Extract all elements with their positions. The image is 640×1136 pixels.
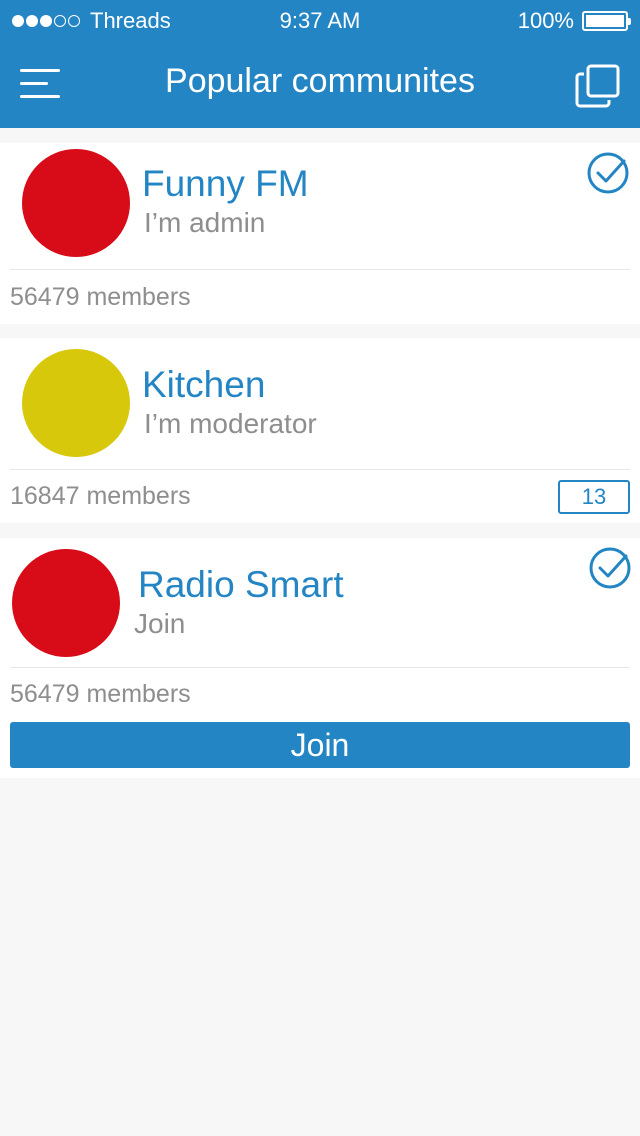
member-count: 16847 members bbox=[10, 482, 191, 510]
battery-icon bbox=[582, 11, 631, 31]
community-role: Join bbox=[134, 608, 186, 639]
check-circle-icon[interactable] bbox=[588, 546, 632, 590]
community-card[interactable]: Kitchen I’m moderator 16847 members 13 bbox=[0, 338, 640, 523]
divider bbox=[10, 269, 630, 270]
join-button[interactable]: Join bbox=[10, 722, 630, 768]
community-role: I’m moderator bbox=[144, 408, 317, 439]
community-name[interactable]: Kitchen bbox=[142, 364, 265, 406]
community-card[interactable]: Funny FM I’m admin 56479 members bbox=[0, 143, 640, 324]
windows-icon[interactable] bbox=[574, 62, 622, 110]
member-count: 56479 members bbox=[10, 283, 191, 311]
battery-percent: 100% bbox=[517, 8, 574, 33]
member-count: 56479 members bbox=[10, 680, 191, 708]
divider bbox=[10, 667, 630, 668]
unread-badge[interactable]: 13 bbox=[558, 480, 630, 514]
community-name[interactable]: Radio Smart bbox=[138, 564, 344, 606]
divider bbox=[10, 469, 630, 470]
check-circle-icon[interactable] bbox=[586, 151, 630, 195]
community-avatar bbox=[22, 349, 130, 457]
status-right: 100% bbox=[517, 8, 631, 34]
community-role: I’m admin bbox=[144, 207, 266, 238]
community-name[interactable]: Funny FM bbox=[142, 163, 309, 205]
community-avatar bbox=[12, 549, 120, 657]
community-card[interactable]: Radio Smart Join 56479 members Join bbox=[0, 538, 640, 778]
page-title: Popular communites bbox=[165, 62, 475, 100]
status-bar: Threads 9:37 AM 100% bbox=[0, 0, 640, 40]
community-avatar bbox=[22, 149, 130, 257]
header: Threads 9:37 AM 100% Popular communites bbox=[0, 0, 640, 128]
